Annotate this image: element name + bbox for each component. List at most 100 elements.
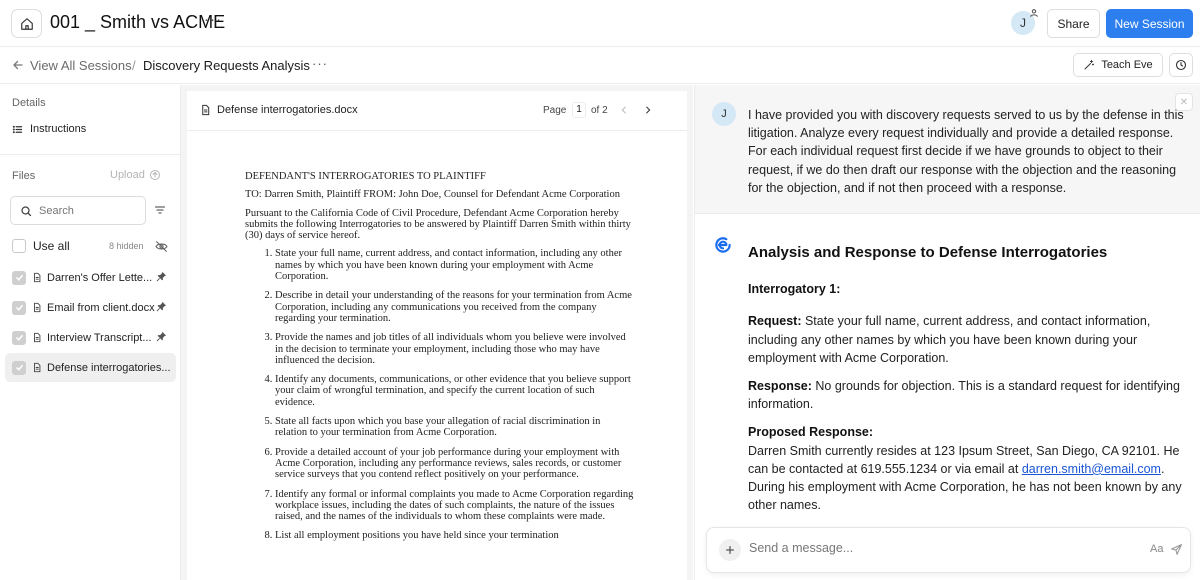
response-label: Response: (748, 379, 812, 394)
attach-button[interactable] (719, 539, 741, 561)
use-all-label: Use all (33, 239, 70, 253)
text-format-button[interactable]: Aa (1150, 543, 1163, 555)
chevron-right-icon[interactable] (643, 104, 653, 116)
pin-icon[interactable] (156, 331, 167, 342)
pin-icon[interactable] (156, 301, 167, 312)
interrogatory-item: List all employment positions you have h… (275, 530, 635, 541)
interrogatory-item: State your full name, current address, a… (275, 248, 635, 282)
email-link[interactable]: darren.smith@email.com (1022, 462, 1161, 476)
filter-icon[interactable] (154, 204, 166, 216)
document-icon (34, 362, 41, 373)
file-item[interactable]: Interview Transcript... (5, 323, 176, 352)
file-item-active[interactable]: Defense interrogatories... (5, 353, 176, 382)
upload-label: Upload (110, 169, 145, 181)
search-icon (21, 205, 32, 216)
page-total: of 2 (591, 105, 608, 116)
user-add-icon (1030, 9, 1038, 17)
response-text: No grounds for objection. This is a stan… (748, 379, 1180, 412)
file-checkbox[interactable] (12, 270, 26, 285)
page-number-input[interactable]: 1 (572, 102, 586, 118)
session-title: 001 _ Smith vs ACME (50, 12, 226, 32)
document-filename: Defense interrogatories.docx (217, 104, 358, 116)
check-icon (15, 334, 23, 341)
search-input[interactable] (39, 204, 139, 217)
breadcrumb: View All Sessions / Discovery Requests A… (0, 47, 1200, 84)
instructions-item[interactable]: Instructions (12, 123, 86, 135)
breadcrumb-current: Discovery Requests Analysis (143, 58, 310, 73)
document-icon (34, 302, 41, 313)
interrogatory-item: State all facts upon which you base your… (275, 416, 635, 439)
file-name: Defense interrogatories... (47, 361, 171, 374)
interrogatory-item: Provide a detailed account of your job p… (275, 447, 635, 481)
response-paragraph: Response: No grounds for objection. This… (748, 377, 1188, 413)
file-item[interactable]: Email from client.docx (5, 293, 176, 322)
message-composer: Aa (706, 527, 1191, 573)
avatar: J (712, 102, 736, 126)
files-label: Files (12, 170, 36, 182)
file-name: Email from client.docx (47, 301, 155, 314)
use-all-toggle[interactable]: Use all (12, 239, 70, 253)
assistant-title: Analysis and Response to Defense Interro… (748, 244, 1108, 261)
proposed-response-paragraph: Proposed Response: Darren Smith currentl… (748, 423, 1188, 514)
pin-icon[interactable] (156, 271, 167, 282)
list-icon (12, 125, 23, 133)
document-to-line: TO: Darren Smith, Plaintiff FROM: John D… (245, 189, 620, 201)
check-icon (15, 364, 23, 371)
document-icon (34, 272, 41, 283)
check-icon (15, 274, 23, 281)
view-all-sessions-link[interactable]: View All Sessions (30, 58, 132, 73)
user-message: J I have provided you with discovery req… (695, 85, 1200, 214)
file-name: Darren's Offer Lette... (47, 271, 153, 284)
close-button[interactable]: ✕ (1175, 93, 1193, 111)
clock-icon (1175, 59, 1187, 71)
interrogatory-item: Describe in detail your understanding of… (275, 290, 635, 324)
request-label: Request: (748, 314, 802, 329)
upload-button[interactable]: Upload (110, 169, 161, 181)
interrogatory-item: Provide the names and job titles of all … (275, 332, 635, 366)
document-icon (202, 104, 210, 116)
file-checkbox[interactable] (12, 330, 26, 345)
teach-eve-label: Teach Eve (1101, 59, 1153, 71)
file-name: Interview Transcript... (47, 331, 152, 344)
history-button[interactable] (1169, 53, 1193, 77)
eye-off-icon[interactable] (155, 240, 168, 253)
interrogatory-list: State your full name, current address, a… (245, 248, 635, 541)
details-label: Details (12, 97, 46, 109)
new-session-button[interactable]: New Session (1106, 9, 1193, 38)
upload-icon (149, 170, 160, 180)
teach-eve-button[interactable]: Teach Eve (1073, 53, 1163, 77)
back-arrow-icon[interactable] (12, 59, 24, 71)
chat-panel: J I have provided you with discovery req… (694, 85, 1200, 580)
session-more-button[interactable]: ··· (204, 11, 222, 28)
home-icon (20, 17, 33, 30)
interrogatory-item: Identify any documents, communications, … (275, 374, 635, 408)
breadcrumb-separator: / (132, 58, 136, 73)
chevron-left-icon[interactable] (619, 104, 629, 116)
user-message-text: I have provided you with discovery reque… (748, 108, 1184, 195)
file-checkbox[interactable] (12, 300, 26, 315)
send-icon[interactable] (1170, 543, 1183, 556)
plus-icon (726, 546, 734, 554)
document-viewer: Defense interrogatories.docx Page 1 of 2… (181, 85, 693, 580)
request-text: State your full name, current address, a… (748, 314, 1151, 365)
sidebar-divider (0, 154, 181, 155)
home-button[interactable] (11, 9, 42, 38)
file-checkbox[interactable] (12, 360, 26, 375)
instructions-label: Instructions (30, 123, 87, 135)
message-input[interactable] (749, 541, 1129, 555)
document-page: Defense interrogatories.docx Page 1 of 2… (187, 91, 687, 580)
top-bar: 001 _ Smith vs ACME ··· J Share New Sess… (0, 0, 1200, 47)
check-icon (15, 304, 23, 311)
assistant-logo-icon (715, 237, 731, 253)
share-button[interactable]: Share (1047, 9, 1100, 38)
breadcrumb-more-button[interactable]: ··· (312, 56, 328, 71)
interrogatory-heading: Interrogatory 1: (748, 282, 841, 297)
file-search[interactable] (10, 196, 146, 225)
file-item[interactable]: Darren's Offer Lette... (5, 263, 176, 292)
page-label: Page (543, 105, 567, 116)
document-header: Defense interrogatories.docx Page 1 of 2 (187, 91, 687, 131)
hidden-count: 8 hidden (109, 241, 144, 251)
document-intro: Pursuant to the California Code of Civil… (245, 207, 631, 242)
document-content: DEFENDANT'S INTERROGATORIES TO PLAINTIFF… (245, 171, 635, 550)
use-all-checkbox[interactable] (12, 239, 26, 253)
